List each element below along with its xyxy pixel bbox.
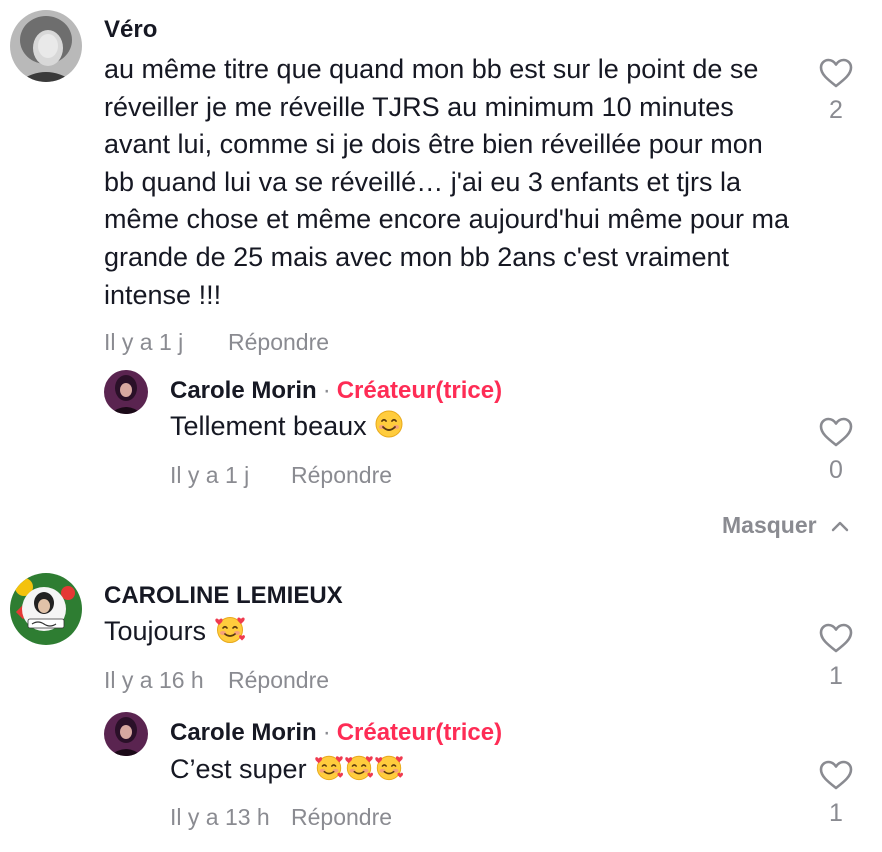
smiling-face-emoji — [375, 410, 403, 438]
separator-dot: · — [322, 377, 331, 404]
avatar-photo — [104, 370, 148, 414]
smiling-face-with-hearts-emoji — [345, 755, 374, 781]
reply-header: Carole Morin · Créateur(trice) — [170, 719, 502, 747]
like-button[interactable] — [818, 759, 854, 796]
reply-header: Carole Morin · Créateur(trice) — [170, 377, 502, 405]
reply-button[interactable]: Répondre — [228, 329, 329, 356]
avatar-photo — [104, 712, 148, 756]
like-count: 1 — [829, 799, 843, 827]
like-count: 1 — [829, 662, 843, 690]
smiling-face-with-hearts-emoji — [375, 755, 404, 781]
hide-replies-label: Masquer — [722, 512, 817, 538]
creator-badge: Créateur(trice) — [336, 719, 503, 746]
like-count: 0 — [829, 456, 843, 484]
avatar-photo — [10, 10, 82, 82]
avatar[interactable] — [10, 573, 82, 645]
creator-badge: Créateur(trice) — [336, 377, 503, 404]
reply-text: Tellement beaux — [170, 411, 367, 441]
reply-text-row: C’est super — [170, 751, 404, 789]
heart-icon — [819, 58, 853, 88]
reply-text: C’est super — [170, 754, 307, 784]
reply-button[interactable]: Répondre — [291, 462, 392, 489]
avatar[interactable] — [104, 712, 148, 756]
comment-text-row: Toujours — [104, 613, 246, 651]
reply-text-row: Tellement beaux — [170, 408, 404, 446]
avatar-photo — [10, 573, 82, 645]
comment-time: Il y a 1 j — [104, 329, 184, 355]
heart-icon — [819, 417, 853, 447]
smiling-face-with-hearts-emoji — [214, 617, 245, 643]
comment-username[interactable]: CAROLINE LEMIEUX — [104, 582, 343, 610]
heart-icon — [819, 760, 853, 790]
like-button[interactable] — [818, 57, 854, 94]
like-button[interactable] — [818, 622, 854, 659]
separator-dot: · — [322, 719, 331, 746]
hide-replies-button[interactable]: Masquer — [722, 512, 849, 539]
like-button[interactable] — [818, 416, 854, 453]
reply-time: Il y a 13 h — [170, 804, 270, 830]
comment-text: Toujours — [104, 616, 207, 646]
avatar[interactable] — [104, 370, 148, 414]
reply-button[interactable]: Répondre — [228, 667, 329, 694]
reply-username[interactable]: Carole Morin — [170, 719, 317, 746]
reply-time: Il y a 1 j — [170, 462, 250, 488]
comment-time: Il y a 16 h — [104, 667, 204, 693]
reply-button[interactable]: Répondre — [291, 804, 392, 831]
smiling-face-with-hearts-emoji — [315, 755, 344, 781]
reply-username[interactable]: Carole Morin — [170, 377, 317, 404]
like-count: 2 — [829, 96, 843, 124]
comment-text: au même titre que quand mon bb est sur l… — [104, 54, 789, 310]
avatar[interactable] — [10, 10, 82, 82]
chevron-up-icon — [831, 521, 848, 531]
emoji-group — [314, 754, 404, 784]
comment-username[interactable]: Véro — [104, 16, 157, 44]
heart-icon — [819, 623, 853, 653]
